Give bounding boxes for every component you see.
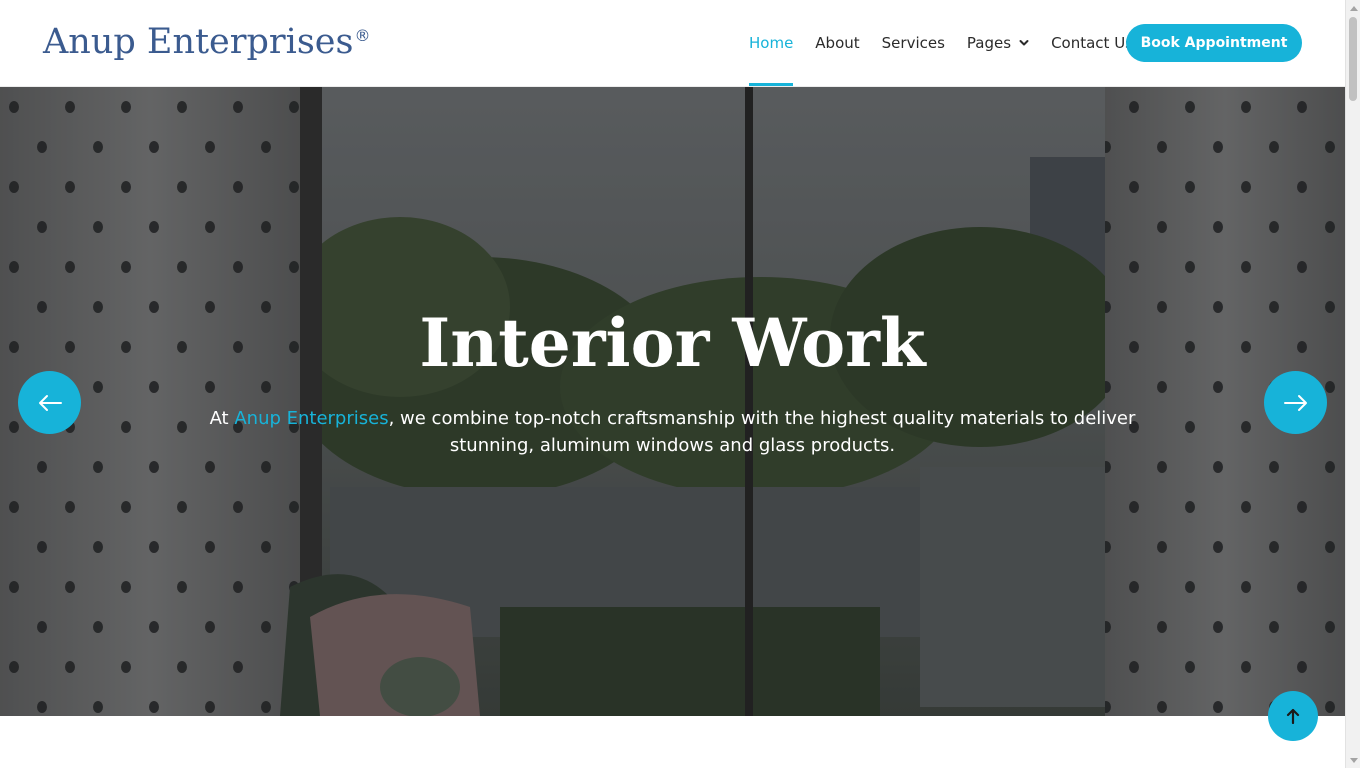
scrollbar-thumb[interactable]	[1349, 17, 1357, 101]
hero-text-brand: Anup Enterprises	[234, 408, 389, 429]
page-scrollbar[interactable]	[1345, 0, 1360, 768]
scroll-up-arrow-icon[interactable]	[1346, 0, 1360, 15]
nav-about-link[interactable]: About	[815, 0, 859, 86]
slider-prev-button[interactable]	[18, 371, 81, 434]
nav-services-link[interactable]: Services	[882, 0, 945, 86]
nav-contact-link[interactable]: Contact Us	[1051, 0, 1133, 86]
hero-text-prefix: At	[209, 408, 235, 429]
chevron-down-icon	[1019, 40, 1029, 46]
hero-slider: Interior Work At Anup Enterprises, we co…	[0, 87, 1345, 716]
site-header: Anup Enterprises® Home About Services Pa…	[0, 0, 1345, 87]
main-nav: Home About Services Pages Contact Us	[749, 0, 1133, 86]
arrow-up-icon	[1286, 708, 1300, 724]
arrow-left-icon	[38, 394, 62, 411]
hero-description: At Anup Enterprises, we combine top-notc…	[180, 405, 1165, 459]
hero-background-image	[0, 87, 1345, 716]
hero-text-suffix: , we combine top-notch craftsmanship wit…	[388, 408, 1136, 456]
nav-pages-label: Pages	[966, 34, 1012, 52]
hero-title: Interior Work	[419, 304, 926, 382]
arrow-right-icon	[1283, 394, 1307, 411]
nav-home-link[interactable]: Home	[749, 0, 794, 86]
site-logo[interactable]: Anup Enterprises®	[43, 20, 370, 70]
logo-text: Anup Enterprises	[43, 22, 354, 62]
book-appointment-button[interactable]: Book Appointment	[1126, 24, 1302, 62]
slider-next-button[interactable]	[1264, 371, 1327, 434]
nav-pages-dropdown[interactable]: Pages	[967, 0, 1029, 86]
page: Anup Enterprises® Home About Services Pa…	[0, 0, 1345, 768]
scroll-down-arrow-icon[interactable]	[1346, 753, 1360, 768]
back-to-top-button[interactable]	[1268, 691, 1318, 741]
registered-mark: ®	[354, 26, 371, 45]
